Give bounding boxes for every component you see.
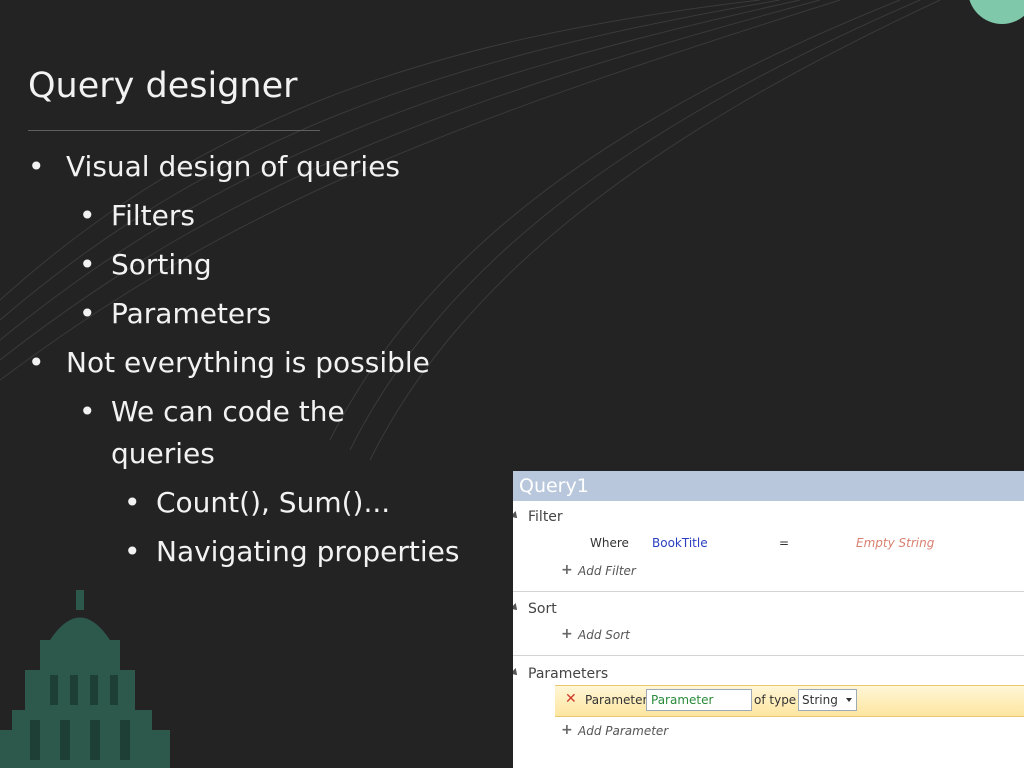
bullet-dot: • bbox=[28, 150, 45, 183]
filter-section-label: Filter bbox=[528, 509, 563, 525]
bullet-text: Visual design of queries bbox=[66, 150, 401, 183]
bullet-text: Filters bbox=[111, 199, 195, 232]
bullet-text: queries bbox=[111, 437, 215, 470]
bullet-item: • Filters bbox=[79, 195, 195, 236]
dropdown-arrow-icon bbox=[846, 698, 852, 702]
collapse-triangle-icon bbox=[513, 603, 520, 613]
remove-parameter-icon[interactable]: ✕ bbox=[565, 691, 577, 707]
bullet-item: • Sorting bbox=[79, 244, 212, 285]
bullet-text: We can code the bbox=[111, 395, 345, 428]
bullet-item: • Visual design of queries bbox=[28, 146, 401, 187]
add-parameter-plus-icon: + bbox=[561, 722, 573, 738]
bullet-item: • Parameters bbox=[79, 293, 272, 334]
bullet-item: • Count(), Sum()... bbox=[124, 482, 391, 523]
building-silhouette bbox=[0, 590, 170, 768]
bullet-item-continuation: queries bbox=[111, 433, 215, 474]
add-filter-link[interactable]: Add Filter bbox=[578, 564, 636, 578]
parameter-type-value: String bbox=[802, 693, 838, 707]
bullet-text: Parameters bbox=[111, 297, 272, 330]
collapse-triangle-icon bbox=[513, 511, 520, 521]
bullet-dot: • bbox=[79, 199, 96, 232]
collapse-triangle-icon bbox=[513, 668, 520, 678]
filter-field-link[interactable]: BookTitle bbox=[652, 536, 708, 550]
add-parameter-link[interactable]: Add Parameter bbox=[578, 724, 668, 738]
bullet-item: • Not everything is possible bbox=[28, 342, 430, 383]
where-label: Where bbox=[590, 536, 629, 550]
sort-section-toggle[interactable]: Sort bbox=[513, 601, 557, 617]
bullet-dot: • bbox=[79, 395, 96, 428]
filter-operator[interactable]: = bbox=[779, 536, 789, 550]
title-divider bbox=[28, 130, 320, 131]
bullet-dot: • bbox=[124, 486, 141, 519]
parameter-label: Parameter bbox=[585, 693, 648, 707]
parameter-type-select[interactable]: String bbox=[798, 689, 857, 711]
bullet-dot: • bbox=[79, 297, 96, 330]
of-type-label: of type bbox=[754, 693, 797, 707]
query-title: Query1 bbox=[513, 471, 1024, 501]
bullet-dot: • bbox=[28, 346, 45, 379]
parameters-section-toggle[interactable]: Parameters bbox=[513, 666, 608, 682]
bullet-dot: • bbox=[124, 535, 141, 568]
bullet-item: • We can code the bbox=[79, 391, 345, 432]
add-filter-plus-icon: + bbox=[561, 562, 573, 578]
filter-value[interactable]: Empty String bbox=[856, 536, 934, 550]
slide-title: Query designer bbox=[28, 66, 298, 106]
section-divider bbox=[513, 655, 1024, 656]
bullet-text: Count(), Sum()... bbox=[156, 486, 391, 519]
bullet-item: • Navigating properties bbox=[124, 531, 460, 572]
bullet-text: Sorting bbox=[111, 248, 212, 281]
section-divider bbox=[513, 591, 1024, 592]
parameters-section-label: Parameters bbox=[528, 666, 609, 682]
add-sort-link[interactable]: Add Sort bbox=[578, 628, 630, 642]
accent-circle bbox=[969, 0, 1024, 24]
parameter-row: ✕ Parameter Parameter of type String bbox=[555, 685, 1024, 717]
bullet-dot: • bbox=[79, 248, 96, 281]
bullet-text: Not everything is possible bbox=[66, 346, 430, 379]
bullet-text: Navigating properties bbox=[156, 535, 460, 568]
filter-section-toggle[interactable]: Filter bbox=[513, 509, 563, 525]
add-sort-plus-icon: + bbox=[561, 626, 573, 642]
parameter-name-input[interactable]: Parameter bbox=[646, 689, 752, 711]
query-designer-panel: Query1 Filter Where BookTitle = Empty St… bbox=[513, 471, 1024, 768]
sort-section-label: Sort bbox=[528, 601, 557, 617]
